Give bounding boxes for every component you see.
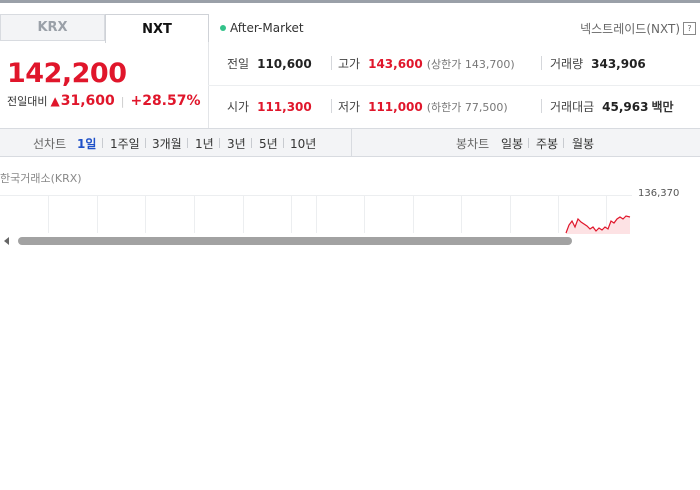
stat-open: 시가 111,300 xyxy=(227,98,312,115)
grid-line xyxy=(316,195,317,233)
scroll-thumb[interactable] xyxy=(18,237,572,245)
nav-divider xyxy=(528,138,529,148)
stat-value: 111,300 xyxy=(257,99,312,114)
period-1d[interactable]: 1일 xyxy=(77,135,96,152)
scroll-left-icon[interactable] xyxy=(4,237,9,245)
stat-label: 저가 xyxy=(338,100,361,114)
change-label: 전일대비 xyxy=(7,95,48,108)
line-chart-periods: 선차트 1일 1주일 3개월 1년 3년 5년 10년 xyxy=(0,129,352,156)
grid-line xyxy=(413,195,414,233)
nav-divider xyxy=(145,138,146,148)
grid-line xyxy=(48,195,49,233)
grid-line xyxy=(243,195,244,233)
lower-limit: (하한가 77,500) xyxy=(426,100,508,114)
stat-divider xyxy=(541,56,542,70)
current-price: 142,200 xyxy=(7,58,127,89)
nav-divider xyxy=(187,138,188,148)
stat-unit: 백만 xyxy=(651,100,674,114)
stats-row-divider xyxy=(208,85,700,86)
stat-label: 시가 xyxy=(227,100,250,114)
period-5y[interactable]: 5년 xyxy=(259,135,278,152)
upper-limit: (상한가 143,700) xyxy=(426,57,515,71)
change-divider: | xyxy=(120,94,125,108)
chart-toolbar: 선차트 1일 1주일 3개월 1년 3년 5년 10년 봉차트 일봉 주봉 월봉 xyxy=(0,128,700,157)
up-arrow-icon: ▲ xyxy=(50,94,60,108)
stat-label: 거래대금 xyxy=(550,100,595,114)
stat-value: 143,600 xyxy=(368,56,423,71)
tab-nxt[interactable]: NXT xyxy=(105,14,209,43)
period-1y[interactable]: 1년 xyxy=(195,135,214,152)
price-change: 전일대비 ▲ 31,600 | +28.57% xyxy=(7,93,201,109)
stat-value: 343,906 xyxy=(591,56,646,71)
change-value: 31,600 xyxy=(60,93,115,109)
stat-value: 45,963 xyxy=(602,99,649,114)
nav-divider xyxy=(102,138,103,148)
nav-divider xyxy=(219,138,220,148)
tab-krx[interactable]: KRX xyxy=(0,14,105,41)
nav-divider xyxy=(283,138,284,148)
chart-scrollbar[interactable] xyxy=(0,234,700,248)
stat-divider xyxy=(331,99,332,113)
candle-weekly[interactable]: 주봉 xyxy=(536,135,558,152)
grid-line xyxy=(461,195,462,233)
stat-divider xyxy=(331,56,332,70)
stat-prev-close: 전일 110,600 xyxy=(227,55,312,72)
session-label: After-Market xyxy=(230,21,304,35)
grid-line xyxy=(194,195,195,233)
grid-line xyxy=(510,195,511,233)
exchange-info: 넥스트레이드(NXT) ? xyxy=(580,20,696,37)
status-dot-icon xyxy=(220,25,226,31)
stat-volume: 거래량 343,906 xyxy=(550,55,646,72)
candle-chart-label: 봉차트 xyxy=(456,137,490,151)
help-icon[interactable]: ? xyxy=(683,22,696,35)
session-status: After-Market xyxy=(220,21,304,35)
top-border xyxy=(0,0,700,3)
exchange-label: 넥스트레이드(NXT) xyxy=(580,22,680,36)
line-chart-label: 선차트 xyxy=(33,137,67,151)
stat-divider xyxy=(541,99,542,113)
period-10y[interactable]: 10년 xyxy=(290,135,316,152)
price-line xyxy=(565,215,631,235)
candle-daily[interactable]: 일봉 xyxy=(501,135,523,152)
change-percent: +28.57% xyxy=(130,93,201,109)
stat-value: 110,600 xyxy=(257,56,312,71)
stat-label: 고가 xyxy=(338,57,361,71)
stat-value: 111,000 xyxy=(368,99,423,114)
intraday-chart xyxy=(0,195,700,235)
period-3y[interactable]: 3년 xyxy=(227,135,246,152)
stat-label: 거래량 xyxy=(550,57,584,71)
grid-line xyxy=(145,195,146,233)
stat-label: 전일 xyxy=(227,57,250,71)
nav-divider xyxy=(251,138,252,148)
stat-low: 저가 111,000 (하한가 77,500) xyxy=(338,98,508,115)
grid-line xyxy=(364,195,365,233)
nav-divider xyxy=(563,138,564,148)
candle-monthly[interactable]: 월봉 xyxy=(572,135,594,152)
grid-line xyxy=(291,195,292,233)
chart-title: 한국거래소(KRX) xyxy=(0,172,82,185)
period-1w[interactable]: 1주일 xyxy=(110,135,140,152)
period-3m[interactable]: 3개월 xyxy=(152,135,182,152)
grid-line xyxy=(97,195,98,233)
grid-line xyxy=(558,195,559,233)
stat-amount: 거래대금 45,963 백만 xyxy=(550,98,674,115)
stat-high: 고가 143,600 (상한가 143,700) xyxy=(338,55,515,72)
